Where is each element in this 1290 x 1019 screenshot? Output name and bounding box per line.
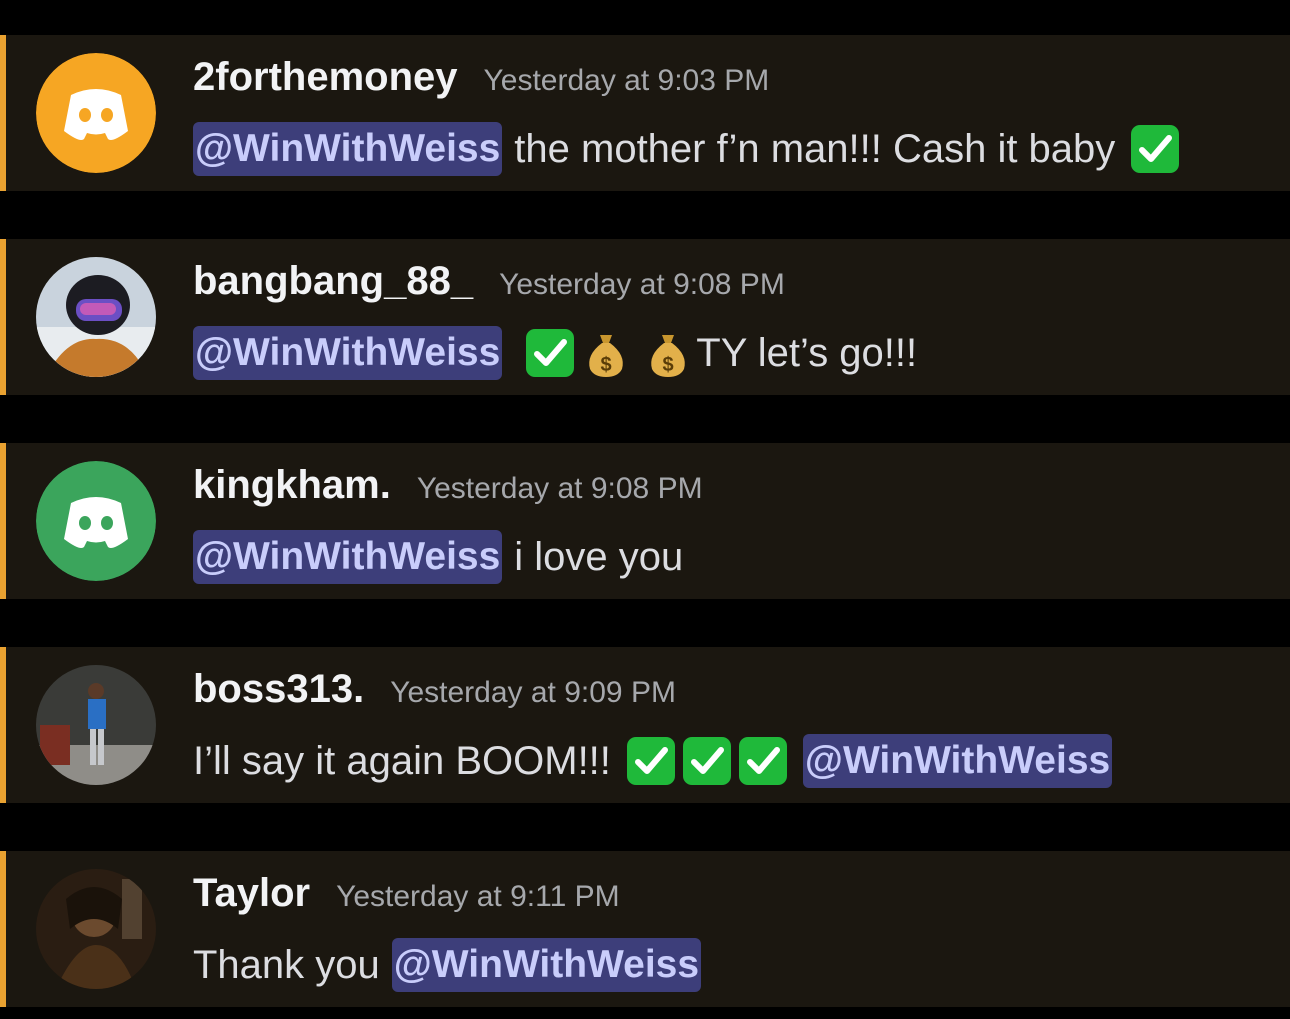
helmet-photo-icon: [36, 257, 156, 377]
svg-text:$: $: [663, 354, 674, 376]
portrait-photo-icon: [36, 869, 156, 989]
money-bag-emoji-icon: $: [580, 327, 632, 379]
avatar[interactable]: [36, 461, 156, 581]
check-mark-emoji-icon: [737, 735, 789, 787]
chat-feed: 2forthemoney Yesterday at 9:03 PM @WinWi…: [0, 0, 1290, 1019]
username[interactable]: bangbang_88_: [193, 259, 473, 304]
user-mention[interactable]: @WinWithWeiss: [193, 326, 503, 380]
user-mention[interactable]: @WinWithWeiss: [193, 530, 503, 584]
username[interactable]: boss313.: [193, 667, 364, 712]
message-text: i love you: [514, 535, 684, 579]
user-mention[interactable]: @WinWithWeiss: [391, 938, 702, 992]
timestamp: Yesterday at 9:08 PM: [416, 472, 703, 505]
username[interactable]: kingkham.: [193, 463, 391, 508]
user-mention[interactable]: @WinWithWeiss: [802, 734, 1113, 788]
message-text: I’ll say it again BOOM!!!: [193, 739, 611, 783]
avatar[interactable]: [36, 53, 156, 173]
timestamp: Yesterday at 9:03 PM: [483, 64, 770, 97]
username[interactable]: Taylor: [193, 871, 310, 916]
message-item[interactable]: boss313. Yesterday at 9:09 PM I’ll say i…: [0, 647, 1290, 803]
discord-logo-icon: [36, 53, 156, 173]
message-header: boss313. Yesterday at 9:09 PM: [193, 667, 676, 717]
message-content: @WinWithWeiss $ $ TY let’s go!!!: [193, 325, 917, 381]
username[interactable]: 2forthemoney: [193, 55, 458, 100]
check-mark-emoji-icon: [625, 735, 677, 787]
message-header: kingkham. Yesterday at 9:08 PM: [193, 463, 703, 513]
money-bag-emoji-icon: $: [642, 327, 694, 379]
timestamp: Yesterday at 9:09 PM: [390, 676, 676, 709]
svg-text:$: $: [601, 354, 612, 376]
message-header: Taylor Yesterday at 9:11 PM: [193, 871, 620, 921]
message-content: @WinWithWeiss the mother f’n man!!! Cash…: [193, 121, 1183, 177]
message-text: Thank you: [193, 943, 380, 987]
avatar[interactable]: [36, 257, 156, 377]
check-mark-emoji-icon: [524, 327, 576, 379]
message-content: I’ll say it again BOOM!!! @WinWithWeiss: [193, 733, 1113, 789]
avatar[interactable]: [36, 869, 156, 989]
message-header: 2forthemoney Yesterday at 9:03 PM: [193, 55, 769, 105]
message-item[interactable]: 2forthemoney Yesterday at 9:03 PM @WinWi…: [0, 35, 1290, 191]
message-content: @WinWithWeiss i love you: [193, 529, 683, 585]
message-text: the mother f’n man!!! Cash it baby: [514, 127, 1116, 171]
person-photo-icon: [36, 665, 156, 785]
check-mark-emoji-icon: [681, 735, 733, 787]
check-mark-emoji-icon: [1129, 123, 1181, 175]
message-text: TY let’s go!!!: [696, 331, 918, 375]
avatar[interactable]: [36, 665, 156, 785]
message-item[interactable]: kingkham. Yesterday at 9:08 PM @WinWithW…: [0, 443, 1290, 599]
timestamp: Yesterday at 9:11 PM: [336, 880, 620, 913]
message-item[interactable]: Taylor Yesterday at 9:11 PM Thank you @W…: [0, 851, 1290, 1007]
user-mention[interactable]: @WinWithWeiss: [193, 122, 503, 176]
message-content: Thank you @WinWithWeiss: [193, 937, 702, 993]
message-item[interactable]: bangbang_88_ Yesterday at 9:08 PM @WinWi…: [0, 239, 1290, 395]
timestamp: Yesterday at 9:08 PM: [499, 268, 785, 301]
message-header: bangbang_88_ Yesterday at 9:08 PM: [193, 259, 785, 309]
discord-logo-icon: [36, 461, 156, 581]
